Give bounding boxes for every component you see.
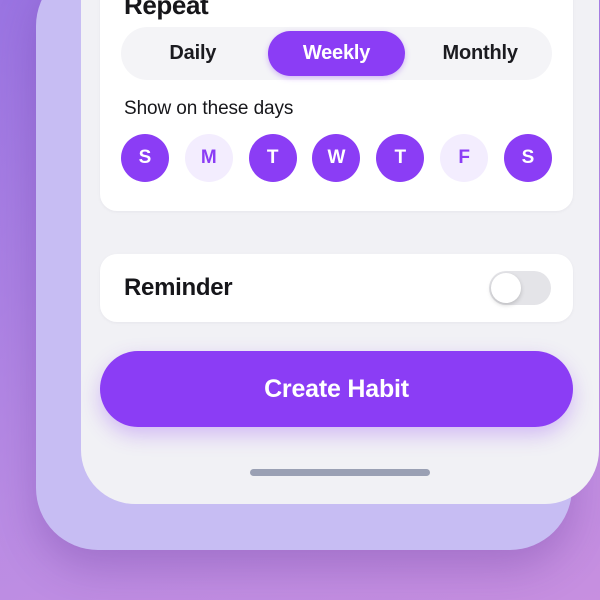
day-chip-saturday[interactable]: S <box>503 134 552 182</box>
reminder-label: Reminder <box>124 274 233 301</box>
segment-daily[interactable]: Daily <box>124 31 262 76</box>
create-habit-button[interactable]: Create Habit <box>100 351 573 427</box>
day-chip-tuesday[interactable]: T <box>248 134 297 182</box>
show-on-these-days-label: Show on these days <box>124 98 294 119</box>
day-selector-row: S M T W T F S <box>121 134 552 182</box>
segment-weekly[interactable]: Weekly <box>267 31 406 76</box>
wallpaper-background: Repeat Daily Weekly Monthly Show on thes… <box>0 0 600 600</box>
day-chip-sunday[interactable]: S <box>121 134 169 182</box>
day-chip-monday[interactable]: M <box>184 134 233 182</box>
day-chip-wednesday[interactable]: W <box>312 134 361 182</box>
phone-frame: Repeat Daily Weekly Monthly Show on thes… <box>36 0 599 550</box>
repeat-frequency-segmented-control[interactable]: Daily Weekly Monthly <box>121 27 552 80</box>
phone-screen: Repeat Daily Weekly Monthly Show on thes… <box>81 0 599 504</box>
day-chip-thursday[interactable]: T <box>376 134 425 182</box>
reminder-card: Reminder <box>100 254 573 322</box>
home-indicator[interactable] <box>250 469 430 476</box>
reminder-toggle-switch[interactable] <box>489 271 551 305</box>
segment-monthly[interactable]: Monthly <box>411 31 549 76</box>
repeat-card: Repeat Daily Weekly Monthly Show on thes… <box>100 0 573 211</box>
toggle-knob <box>491 273 521 303</box>
day-chip-friday[interactable]: F <box>440 134 489 182</box>
repeat-title: Repeat <box>124 0 209 20</box>
